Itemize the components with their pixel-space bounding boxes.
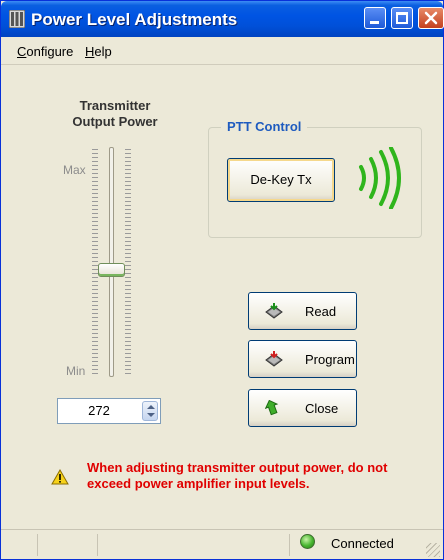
chip-program-icon	[265, 351, 283, 367]
status-divider-1	[37, 534, 38, 556]
menu-bar: Configure Help	[1, 37, 443, 65]
slider-max-label: Max	[63, 163, 86, 177]
spin-buttons[interactable]	[142, 401, 158, 421]
window-title: Power Level Adjustments	[31, 10, 238, 29]
transmit-waves-icon	[359, 147, 401, 209]
slider-min-label: Min	[66, 364, 86, 378]
warning-message: When adjusting transmitter output power,…	[87, 460, 388, 491]
program-button[interactable]: Program	[248, 340, 357, 378]
slider-title-line1: Transmitter	[79, 98, 151, 113]
connection-status-led-icon	[300, 534, 315, 549]
warning-triangle-icon	[51, 469, 69, 485]
menu-help-label: elp	[94, 44, 112, 59]
minimize-button[interactable]	[364, 7, 386, 29]
output-power-slider-track[interactable]	[109, 147, 114, 377]
read-label: Read	[305, 304, 337, 319]
close-button[interactable]: Close	[248, 389, 357, 427]
status-divider-2	[97, 534, 98, 556]
slider-ticks-right	[125, 149, 131, 375]
menu-help[interactable]: Help	[85, 44, 112, 59]
connection-status-text: Connected	[331, 536, 394, 551]
title-bar[interactable]: Power Level Adjustments	[1, 1, 444, 37]
program-label: Program	[305, 352, 355, 367]
dekey-tx-button[interactable]: De-Key Tx	[227, 158, 335, 202]
output-power-value[interactable]: 272	[64, 403, 134, 418]
maximize-icon	[396, 12, 408, 24]
output-power-slider-thumb[interactable]	[98, 263, 125, 277]
resize-grip[interactable]	[426, 543, 440, 557]
close-window-button[interactable]	[418, 7, 444, 29]
menu-configure-mnemonic: C	[17, 44, 27, 59]
power-level-window: Power Level Adjustments Configure Help T…	[0, 0, 444, 560]
spin-up-icon[interactable]	[147, 405, 155, 409]
close-label: Close	[305, 401, 339, 416]
slider-title-line2: Output Power	[72, 114, 158, 129]
menu-configure-label: onfigure	[26, 44, 74, 59]
chip-read-icon	[265, 303, 283, 319]
menu-help-mnemonic: H	[85, 44, 95, 59]
menu-configure[interactable]: Configure	[17, 44, 73, 59]
dekey-tx-label: De-Key Tx	[250, 172, 312, 187]
exit-arrow-icon	[265, 400, 279, 416]
maximize-button[interactable]	[391, 7, 413, 29]
slider-ticks-left	[92, 149, 98, 375]
spin-down-icon[interactable]	[147, 413, 155, 417]
minimize-icon	[370, 21, 379, 24]
slider-title: Transmitter Output Power	[53, 98, 177, 130]
read-button[interactable]: Read	[248, 292, 357, 330]
output-power-spinbox[interactable]: 272	[57, 398, 161, 424]
status-divider-3	[289, 534, 290, 556]
ptt-control-label: PTT Control	[221, 119, 308, 134]
close-icon	[424, 11, 438, 25]
app-grid-icon	[9, 10, 25, 28]
